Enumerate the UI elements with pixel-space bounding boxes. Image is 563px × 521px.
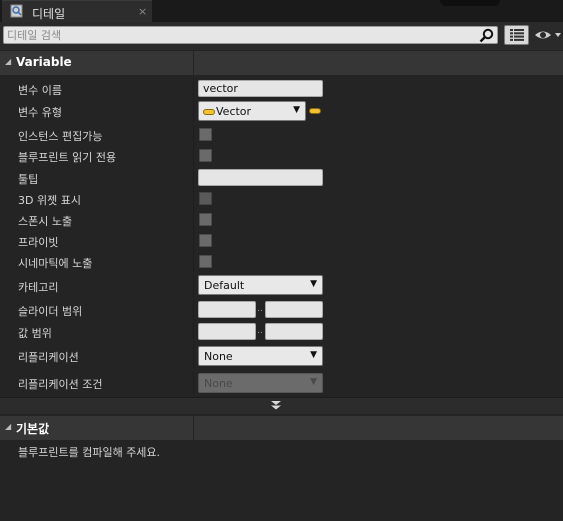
view-options-button[interactable] bbox=[504, 25, 529, 45]
magnifier-doc-icon bbox=[10, 4, 23, 18]
replication-dropdown[interactable]: None ▼ bbox=[198, 346, 323, 366]
property-label: 변수 유형 bbox=[18, 106, 62, 119]
chevron-down-icon: ▼ bbox=[310, 350, 317, 360]
chevron-down-icon: ▼ bbox=[310, 377, 317, 387]
search-input[interactable] bbox=[7, 27, 477, 43]
close-icon[interactable]: × bbox=[138, 5, 147, 18]
row-category: 카테고리 Default ▼ bbox=[0, 273, 563, 297]
variable-name-field[interactable] bbox=[198, 80, 323, 97]
search-icon[interactable] bbox=[479, 28, 494, 43]
eye-visibility-icon[interactable] bbox=[534, 27, 562, 43]
compile-notice: 블루프린트를 컴파일해 주세요. bbox=[18, 446, 161, 459]
chevron-down-icon: ▼ bbox=[293, 105, 300, 115]
property-label: 슬라이더 범위 bbox=[18, 305, 83, 318]
viewport-corner bbox=[440, 0, 500, 6]
3d-widget-checkbox[interactable] bbox=[199, 192, 212, 205]
expose-on-spawn-checkbox[interactable] bbox=[199, 213, 212, 226]
property-label: 카테고리 bbox=[18, 281, 59, 294]
search-row bbox=[0, 22, 563, 50]
row-3d-widget: 3D 위젯 표시 bbox=[0, 188, 563, 209]
tab-bar: 디테일 × bbox=[0, 0, 563, 22]
range-separator: .. bbox=[257, 326, 263, 336]
search-box bbox=[3, 26, 498, 44]
chevron-down-icon: ▼ bbox=[310, 279, 317, 289]
row-replication: 리플리케이션 None ▼ bbox=[0, 344, 563, 368]
property-label: 리플리케이션 조건 bbox=[18, 378, 103, 391]
blueprint-readonly-checkbox[interactable] bbox=[199, 149, 212, 162]
container-type-icon[interactable] bbox=[309, 108, 321, 114]
row-variable-type: 변수 유형 Vector ▼ bbox=[0, 100, 563, 122]
property-label: 블루프린트 읽기 전용 bbox=[18, 151, 117, 164]
section-variable-header[interactable]: ◢ Variable bbox=[0, 51, 563, 75]
instance-editable-checkbox[interactable] bbox=[199, 128, 212, 141]
row-tooltip: 툴팁 bbox=[0, 167, 563, 188]
row-replication-condition: 리플리케이션 조건 None ▼ bbox=[0, 371, 563, 395]
property-label: 인스턴스 편집가능 bbox=[18, 130, 103, 143]
type-pill-icon bbox=[203, 109, 215, 115]
collapse-arrow-icon: ◢ bbox=[5, 422, 12, 431]
row-variable-name: 변수 이름 bbox=[0, 78, 563, 99]
tab-title: 디테일 bbox=[32, 7, 66, 21]
row-blueprint-readonly: 블루프린트 읽기 전용 bbox=[0, 145, 563, 166]
value-range-max-field[interactable] bbox=[265, 323, 323, 340]
variable-type-dropdown[interactable]: Vector ▼ bbox=[198, 101, 306, 121]
slider-range-max-field[interactable] bbox=[265, 301, 323, 318]
property-label: 툴팁 bbox=[18, 173, 39, 186]
section-defaults-header[interactable]: ◢ 기본값 bbox=[0, 416, 563, 440]
property-label: 3D 위젯 표시 bbox=[18, 194, 81, 207]
advanced-expander[interactable] bbox=[0, 397, 563, 414]
row-private: 프라이빗 bbox=[0, 230, 563, 251]
property-label: 값 범위 bbox=[18, 327, 52, 340]
section-title: Variable bbox=[16, 55, 72, 69]
private-checkbox[interactable] bbox=[199, 234, 212, 247]
collapse-arrow-icon: ◢ bbox=[5, 57, 12, 66]
range-separator: .. bbox=[257, 304, 263, 314]
property-label: 리플리케이션 bbox=[18, 351, 79, 364]
slider-range-min-field[interactable] bbox=[198, 301, 256, 318]
double-chevron-down-icon bbox=[271, 401, 281, 410]
value-range-min-field[interactable] bbox=[198, 323, 256, 340]
row-value-range: 값 범위 .. bbox=[0, 321, 563, 343]
property-label: 스폰시 노출 bbox=[18, 215, 73, 228]
expose-cinematics-checkbox[interactable] bbox=[199, 255, 212, 268]
category-dropdown[interactable]: Default ▼ bbox=[198, 275, 323, 295]
property-label: 시네마틱에 노출 bbox=[18, 257, 93, 270]
section-title: 기본값 bbox=[16, 422, 50, 436]
row-expose-on-spawn: 스폰시 노출 bbox=[0, 209, 563, 230]
list-view-icon bbox=[510, 29, 524, 41]
property-label: 변수 이름 bbox=[18, 84, 62, 97]
property-label: 프라이빗 bbox=[18, 236, 59, 249]
row-expose-cinematics: 시네마틱에 노출 bbox=[0, 251, 563, 272]
row-instance-editable: 인스턴스 편집가능 bbox=[0, 124, 563, 145]
tooltip-field[interactable] bbox=[198, 169, 323, 186]
tab-details[interactable]: 디테일 × bbox=[2, 0, 152, 22]
replication-condition-dropdown: None ▼ bbox=[198, 373, 323, 393]
row-slider-range: 슬라이더 범위 .. bbox=[0, 299, 563, 321]
